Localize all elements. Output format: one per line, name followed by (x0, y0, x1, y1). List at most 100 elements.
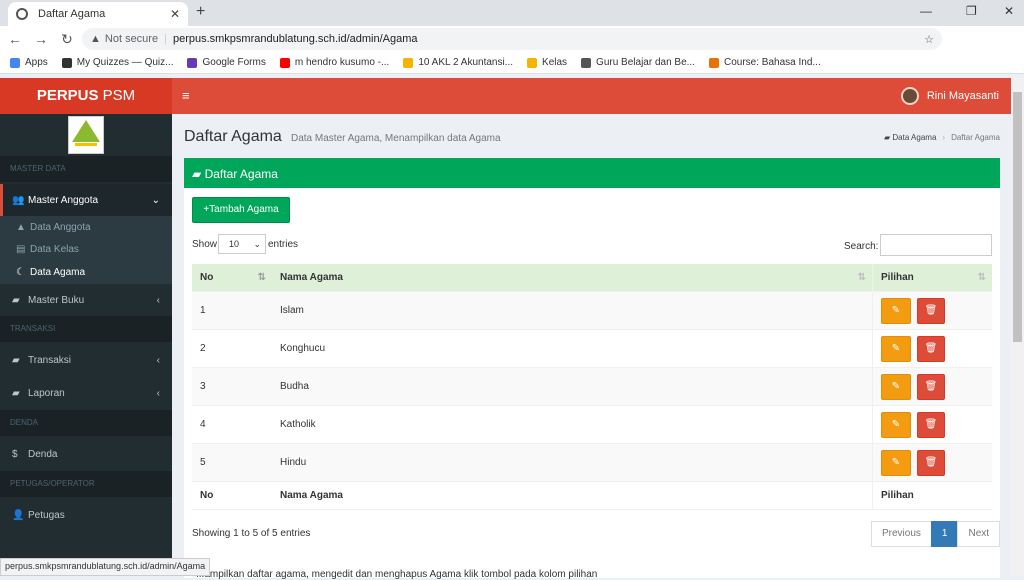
bookmark-label: Google Forms (202, 57, 266, 68)
bookmark-item[interactable]: Guru Belajar dan Be... (581, 57, 695, 68)
delete-button[interactable]: 🗑 (917, 373, 945, 400)
sidebar-item-denda[interactable]: $ Denda (0, 438, 172, 470)
search-input[interactable] (880, 234, 992, 256)
edit-button[interactable]: ✎ (881, 449, 911, 476)
column-header-pilihan[interactable]: Pilihan ⇅ (872, 264, 992, 291)
column-label: No (200, 272, 214, 283)
breadcrumb-separator: › (942, 133, 946, 142)
scrollbar-thumb[interactable] (1013, 92, 1022, 342)
entries-select[interactable]: 10 ⌄ (218, 234, 266, 254)
chevron-left-icon: ‹ (156, 354, 160, 366)
trash-icon: 🗑 (924, 380, 938, 392)
bookmark-label: Guru Belajar dan Be... (596, 57, 695, 68)
sort-icon: ⇅ (977, 272, 986, 283)
minimize-icon[interactable]: — (920, 4, 932, 18)
user-menu[interactable]: Rini Mayasanti (900, 87, 999, 105)
sidebar-section-transaksi: Transaksi (0, 316, 172, 342)
browser-tab[interactable]: Daftar Agama ✕ (8, 2, 188, 26)
cell-name: Konghucu (280, 343, 326, 354)
quizizz-icon (61, 57, 72, 68)
book-icon: ▰ (12, 387, 20, 399)
sidebar-item-master-anggota[interactable]: 👥 Master Anggota ⌄ (0, 184, 172, 216)
bookmark-item[interactable]: Google Forms (187, 57, 266, 68)
sidebar-item-data-anggota[interactable]: ▲ Data Anggota (0, 216, 172, 238)
new-tab-button[interactable]: + (196, 3, 205, 21)
page-title: Daftar Agama (184, 128, 282, 145)
delete-button[interactable]: 🗑 (917, 411, 945, 438)
edit-icon: ✎ (891, 380, 901, 392)
star-icon[interactable]: ☆ (924, 33, 934, 46)
entries-select-value: 10 (229, 239, 240, 249)
sidebar-item-label: Data Anggota (30, 221, 91, 233)
sidebar-item-label: Petugas (28, 509, 65, 521)
column-header-no[interactable]: No ⇅ (192, 264, 272, 291)
sidebar-item-label: Data Kelas (30, 243, 79, 255)
sidebar-item-master-buku[interactable]: ▰ Master Buku ‹ (0, 284, 172, 316)
edit-icon: ✎ (891, 342, 901, 354)
sidebar-item-data-kelas[interactable]: ▤ Data Kelas (0, 238, 172, 260)
sidebar-item-transaksi[interactable]: ▰ Transaksi ‹ (0, 344, 172, 376)
data-box: ▰ Daftar Agama +Tambah Agama Show 10 ⌄ e… (184, 158, 1001, 578)
edit-button[interactable]: ✎ (881, 411, 911, 438)
app-logo[interactable]: PERPUS PSM (0, 78, 172, 114)
pagination-previous[interactable]: Previous (871, 521, 932, 547)
bookmark-item[interactable]: m hendro kusumo -... (279, 57, 390, 68)
breadcrumb-current: Daftar Agama (951, 133, 1000, 142)
cell-actions: ✎ 🗑 (872, 292, 992, 329)
forward-icon[interactable]: → (30, 31, 52, 47)
sidebar-item-laporan[interactable]: ▰ Laporan ‹ (0, 377, 172, 409)
bookmark-item[interactable]: Course: Bahasa Ind... (709, 57, 821, 68)
sidebar-item-petugas[interactable]: 👤 Petugas (0, 499, 172, 531)
page-scrollbar[interactable] (1011, 78, 1024, 576)
delete-button[interactable]: 🗑 (917, 297, 945, 324)
users-icon: 👥 (12, 194, 25, 206)
menu-toggle-icon[interactable]: ≡ (182, 88, 190, 103)
bookmark-item[interactable]: My Quizzes — Quiz... (61, 57, 173, 68)
delete-button[interactable]: 🗑 (917, 335, 945, 362)
pagination-next[interactable]: Next (957, 521, 1001, 547)
not-secure-label: Not secure (104, 33, 159, 45)
edit-icon: ✎ (891, 456, 901, 468)
url-input[interactable]: ▲ Not secure | perpus.smkpsmrandublatung… (82, 28, 942, 50)
edit-button[interactable]: ✎ (881, 335, 911, 362)
bookmark-item[interactable]: 10 AKL 2 Akuntansi... (403, 57, 513, 68)
bookmark-label: 10 AKL 2 Akuntansi... (418, 57, 514, 68)
table-row: 4 Katholik ✎ 🗑 (192, 406, 992, 444)
sidebar-item-label: Master Anggota (28, 194, 99, 206)
cell-no: 5 (200, 457, 206, 468)
trash-icon: 🗑 (924, 342, 938, 354)
pagination-page[interactable]: 1 (930, 521, 959, 547)
add-agama-button[interactable]: +Tambah Agama (192, 197, 290, 223)
edit-button[interactable]: ✎ (881, 373, 911, 400)
breadcrumb-home[interactable]: Data Agama (892, 133, 936, 142)
column-header-nama-agama[interactable]: Nama Agama ⇅ (272, 264, 872, 291)
bookmark-item[interactable]: Kelas (527, 57, 567, 68)
close-icon[interactable]: ✕ (170, 7, 180, 21)
footer-no: No (200, 490, 214, 501)
globe-icon (16, 8, 28, 20)
sidebar-item-data-agama[interactable]: ☾ Data Agama (0, 260, 172, 284)
building-icon: ▤ (16, 243, 26, 255)
bookmark-item[interactable]: Apps (10, 57, 48, 68)
breadcrumb: ▰ Data Agama › Daftar Agama (884, 133, 1000, 142)
edit-button[interactable]: ✎ (881, 297, 911, 324)
logo-bold: PERPUS (36, 87, 99, 104)
app-header: PERPUS PSM ≡ Rini Mayasanti (0, 78, 1011, 114)
back-icon[interactable]: ← (4, 31, 26, 47)
book-icon: ▰ (884, 133, 893, 142)
delete-button[interactable]: 🗑 (917, 449, 945, 476)
bookmark-label: m hendro kusumo -... (294, 57, 390, 68)
cell-actions: ✎ 🗑 (872, 406, 992, 443)
book-icon: ▰ (192, 167, 205, 181)
reload-icon[interactable]: ↻ (56, 31, 78, 48)
column-label: Nama Agama (280, 272, 343, 283)
status-bar-url: perpus.smkpsmrandublatung.sch.id/admin/A… (0, 558, 211, 576)
close-window-icon[interactable]: ✕ (1004, 4, 1014, 18)
restore-icon[interactable]: ❐ (966, 4, 977, 18)
sidebar-section-master-data: MASTER DATA (0, 156, 172, 182)
cell-actions: ✎ 🗑 (872, 330, 992, 367)
apps-icon (10, 57, 20, 68)
school-logo (68, 116, 104, 154)
cell-name: Hindu (280, 457, 307, 468)
table-row: 3 Budha ✎ 🗑 (192, 368, 992, 406)
